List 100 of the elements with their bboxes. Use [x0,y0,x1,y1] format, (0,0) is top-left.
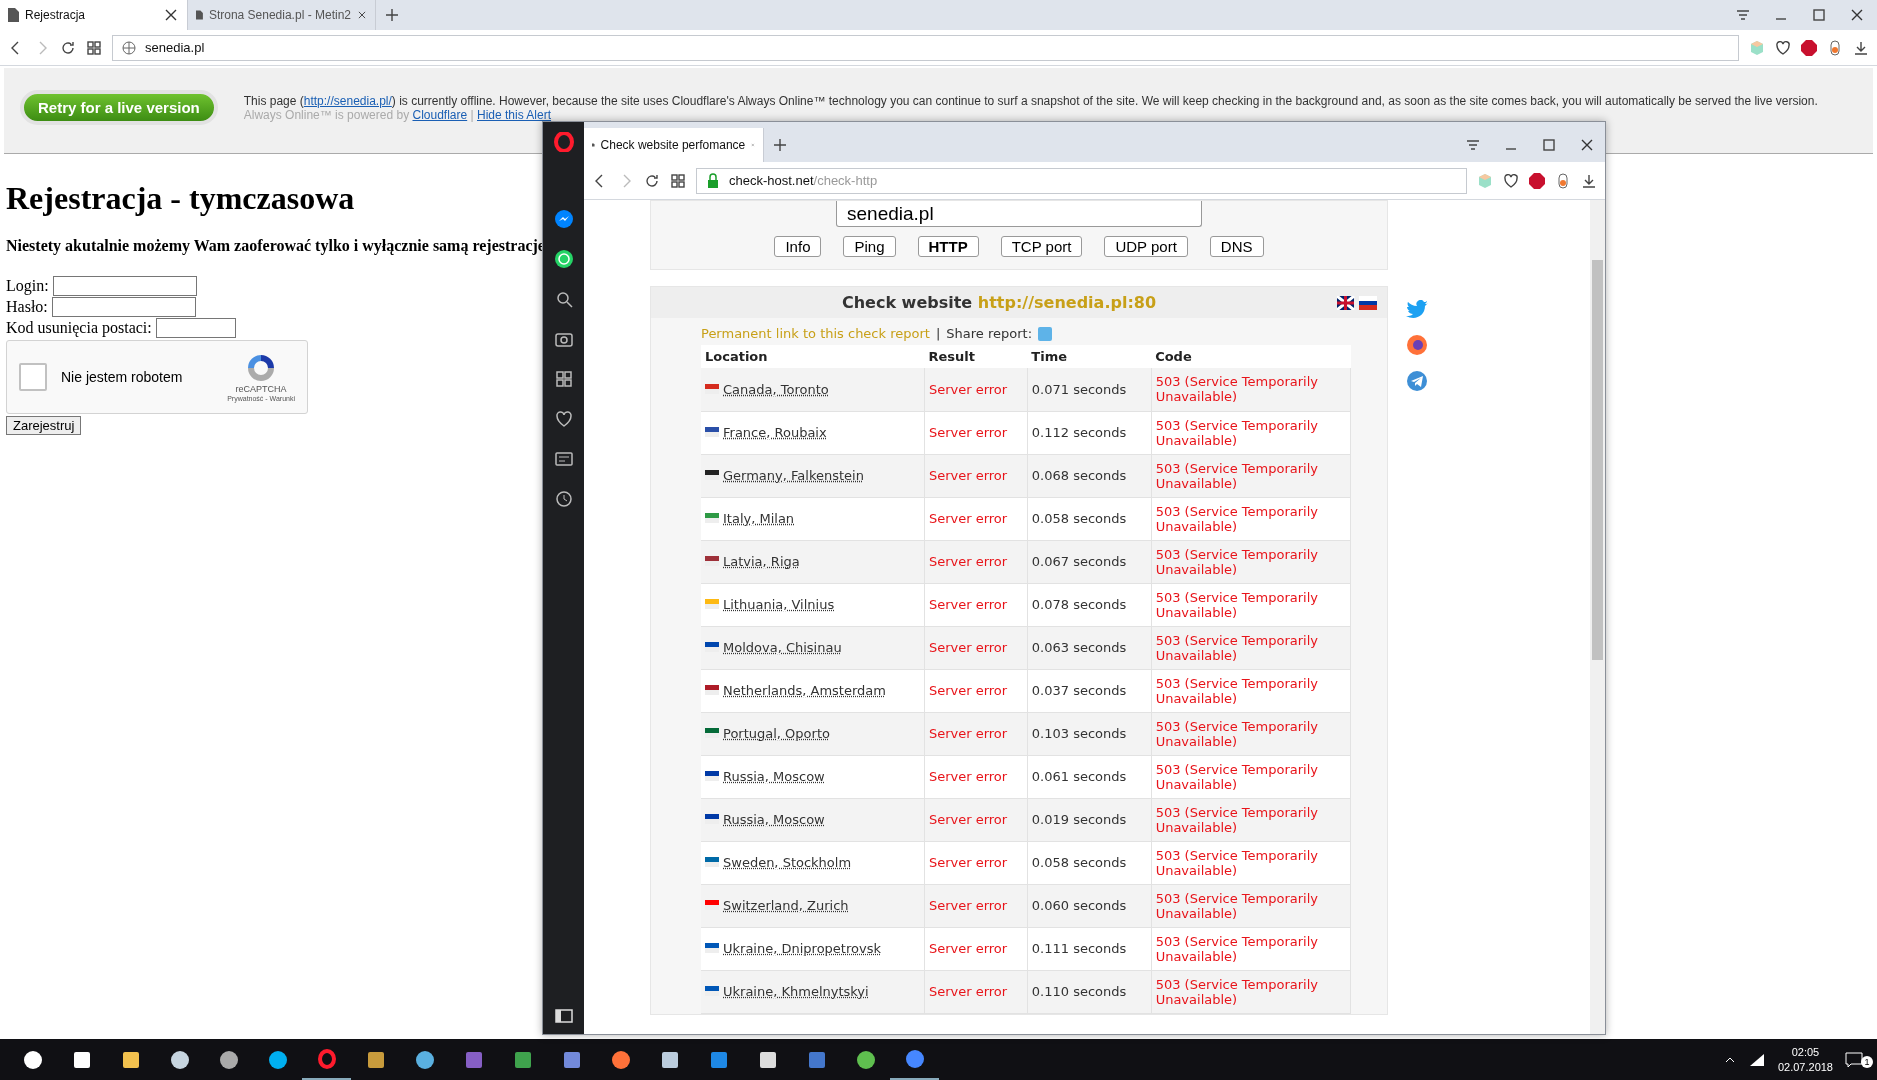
hide-alert-link[interactable]: Hide this Alert [477,107,552,122]
address-bar[interactable]: senedia.pl [112,34,1739,61]
messenger-icon [554,210,573,228]
location-link[interactable]: Canada, Toronto [723,381,829,397]
flag-icon [1337,295,1377,310]
time-cell: 0.068 seconds [1031,468,1127,483]
search-field[interactable]: senedia.pl [836,201,1202,227]
cloudflare-link[interactable]: Cloudflare [412,107,468,122]
maximize-icon[interactable] [1811,7,1827,23]
location-link[interactable]: Netherlands, Amsterdam [723,682,886,698]
result-cell: Server error [928,898,1008,913]
clock-time[interactable]: 02:05 [1791,1044,1820,1060]
location-link[interactable]: France, Roubaix [723,424,827,440]
grid-icon[interactable] [86,39,102,56]
column-header: Result [924,345,1028,368]
document-icon [8,8,19,22]
notice-text: Niestety akutalnie możemy Wam zaoferować tylko i wyłącznie samą rejestracje [6,237,545,255]
time-cell: 0.061 seconds [1031,769,1127,784]
location-link[interactable]: Switzerland, Zurich [723,897,849,913]
camera-icon [554,330,573,348]
code-cell: 503 (Service Temporarily Unavailable) [1155,546,1318,577]
checkbox[interactable] [19,363,47,391]
input-field[interactable] [51,296,196,317]
site-link[interactable]: http://senedia.pl/ [303,93,392,108]
location-link[interactable]: Ukraine, Dnipropetrovsk [723,940,881,956]
time-cell: 0.037 seconds [1031,683,1127,698]
reload-icon[interactable] [644,172,660,189]
close-icon[interactable] [1849,7,1865,23]
location-link[interactable]: Lithuania, Vilnius [723,596,835,612]
result-cell: Server error [928,984,1008,999]
heart-icon[interactable] [1775,39,1791,56]
location-link[interactable]: Germany, Falkenstein [723,467,864,483]
time-cell: 0.103 seconds [1031,726,1127,741]
close-icon[interactable] [163,7,179,23]
stop-sign-icon [1529,172,1545,189]
download-icon[interactable] [1853,39,1869,56]
heart-icon [554,410,573,428]
column-header: Code [1151,345,1351,368]
new-tab-icon[interactable] [384,7,400,23]
grid-icon[interactable] [670,172,686,189]
time-cell: 0.071 seconds [1031,381,1127,397]
toggle-icon [1827,39,1843,56]
check-type-button[interactable]: TCP port [1000,236,1083,257]
browser-tab[interactable]: Check website perfomance [584,128,764,162]
location-link[interactable]: Moldova, Chisinau [723,639,842,655]
result-cell: Server error [928,597,1008,612]
location-link[interactable]: Portugal, Oporto [723,725,830,741]
location-link[interactable]: Latvia, Riga [723,553,800,569]
code-cell: 503 (Service Temporarily Unavailable) [1155,761,1318,792]
location-link[interactable]: Russia, Moscow [723,811,825,827]
code-cell: 503 (Service Temporarily Unavailable) [1155,417,1318,448]
location-link[interactable]: Ukraine, Khmelnytskyi [723,983,869,999]
clock-date[interactable]: 02.07.2018 [1777,1059,1833,1075]
result-cell: Server error [928,941,1008,956]
code-cell: 503 (Service Temporarily Unavailable) [1155,933,1318,964]
code-cell: 503 (Service Temporarily Unavailable) [1155,503,1318,534]
result-cell: Server error [928,640,1008,655]
page-heading: Rejestracja - tymczasowa [6,180,355,217]
heart-icon[interactable] [1503,172,1519,189]
time-cell: 0.058 seconds [1031,855,1127,870]
new-tab-icon[interactable] [772,137,788,153]
check-type-button[interactable]: Ping [843,236,896,257]
location-link[interactable]: Italy, Milan [723,510,795,526]
column-header: Time [1027,345,1152,368]
code-cell: 503 (Service Temporarily Unavailable) [1155,804,1318,835]
check-title: Check website http://senedia.pl:80 [840,293,1158,312]
location-link[interactable]: Russia, Moscow [723,768,825,784]
scrollbar[interactable] [1590,200,1605,1034]
time-cell: 0.110 seconds [1031,984,1127,999]
check-type-button[interactable]: UDP port [1104,236,1188,257]
input-field[interactable] [52,275,197,296]
document-icon [196,8,203,22]
code-cell: 503 (Service Temporarily Unavailable) [1155,374,1318,405]
whatsapp-icon [554,250,573,268]
location-link[interactable]: Sweden, Stockholm [723,854,852,870]
input-field[interactable] [155,317,236,338]
column-header: Location [701,345,925,368]
code-cell: 503 (Service Temporarily Unavailable) [1155,675,1318,706]
code-cell: 503 (Service Temporarily Unavailable) [1155,632,1318,663]
news-icon [554,450,573,468]
result-cell: Server error [928,425,1008,440]
panel-icon [554,1008,573,1024]
download-icon[interactable] [1581,172,1597,189]
check-type-button[interactable]: Info [774,236,822,257]
address-bar[interactable]: check-host.net/check-http [696,167,1467,194]
opera-icon [553,132,574,152]
menu-icon[interactable] [1465,137,1481,153]
separator-text: | [935,326,941,341]
check-type-button[interactable]: HTTP [917,236,979,257]
menu-icon[interactable] [1735,7,1751,23]
notification-icon [1845,1051,1863,1068]
maximize-icon[interactable] [1541,137,1557,153]
check-type-button[interactable]: DNS [1209,236,1264,257]
opera-icon[interactable] [316,1048,337,1069]
time-cell: 0.078 seconds [1031,597,1127,612]
close-icon[interactable] [1579,137,1595,153]
code-cell: 503 (Service Temporarily Unavailable) [1155,460,1318,491]
browser-tab[interactable]: Rejestracja [0,0,188,30]
reload-icon[interactable] [60,39,76,56]
register-button[interactable]: Zarejestruj [6,416,82,435]
